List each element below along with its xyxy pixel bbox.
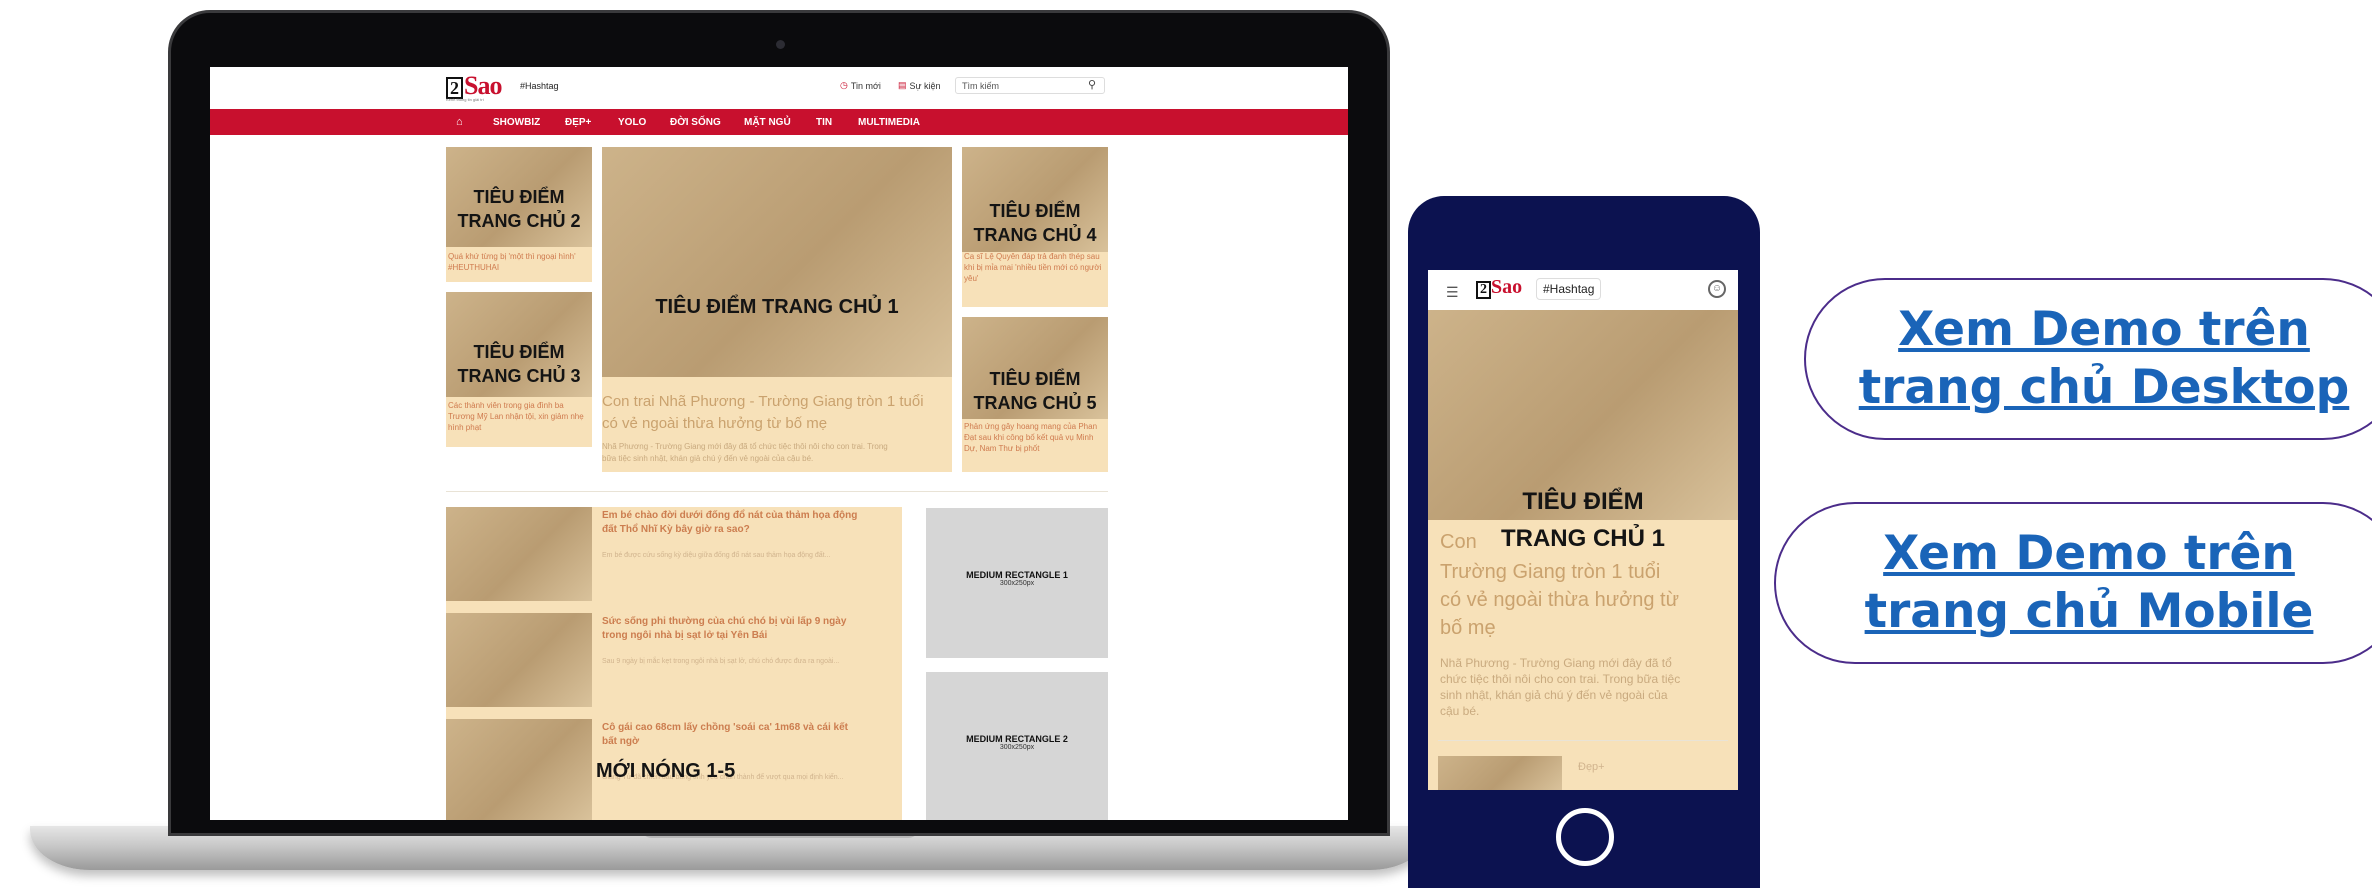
featured-tile-2[interactable]: TIÊU ĐIỂM TRANG CHỦ 2 Quá khứ từng bị 'm… bbox=[446, 147, 592, 282]
calendar-icon: ▤ bbox=[898, 80, 907, 90]
medium-rectangle-1: MEDIUM RECTANGLE 1 300x250px bbox=[926, 508, 1108, 658]
news-title-1a[interactable]: Em bé chào đời dưới đống đổ nát của thảm… bbox=[602, 509, 900, 523]
featured-tile-4[interactable]: TIÊU ĐIỂM TRANG CHỦ 4 Ca sĩ Lệ Quyên đáp… bbox=[962, 147, 1108, 307]
demo-mobile-button[interactable]: Xem Demo trên trang chủ Mobile bbox=[1774, 502, 2372, 664]
hamburger-menu-icon[interactable]: ☰ bbox=[1446, 284, 1459, 301]
nav-doi-song[interactable]: ĐỜI SỐNG bbox=[670, 117, 721, 128]
mobile-sub-1: Nhã Phương - Trường Giang mới đây đã tổ bbox=[1440, 656, 1672, 670]
featured-title-1: TIÊU ĐIỂM TRANG CHỦ 1 bbox=[655, 296, 899, 318]
mobile-sub-2: chức tiệc thôi nôi cho con trai. Trong b… bbox=[1440, 672, 1681, 686]
rect1-size: 300x250px bbox=[999, 580, 1035, 587]
news-title-3b[interactable]: bất ngờ bbox=[602, 735, 900, 749]
mobile-news-thumb[interactable] bbox=[1438, 756, 1562, 790]
news-meta-1: Em bé được cứu sống kỳ diệu giữa đống đổ… bbox=[602, 552, 831, 559]
main-navbar: ⌂ SHOWBIZ ĐẸP+ YOLO ĐỜI SỐNG MẶT NGỦ TIN… bbox=[210, 109, 1348, 135]
mobile-logo-number: 2 bbox=[1476, 281, 1491, 299]
mobile-divider bbox=[1438, 740, 1728, 741]
mobile-screen: ☰ 2 Sao #Hashtag ☺ TIÊU ĐIỂM TRANG CHỦ 1… bbox=[1428, 270, 1738, 790]
demo-mobile-label-1: Xem Demo trên bbox=[1883, 526, 2295, 581]
nav-multimedia[interactable]: MULTIMEDIA bbox=[858, 117, 920, 128]
featured-sub-1b: bữa tiệc sinh nhật, khán giả chú ý đến v… bbox=[602, 454, 814, 463]
rect1-label: MEDIUM RECTANGLE 1 bbox=[966, 570, 1068, 580]
phone-home-button bbox=[1556, 808, 1614, 866]
mobile-news-tag[interactable]: Đẹp+ bbox=[1578, 762, 1605, 773]
featured-caption-1b: có vẻ ngoài thừa hưởng từ bố mẹ bbox=[602, 415, 828, 432]
featured-caption-1a: Con trai Nhã Phương - Trường Giang tròn … bbox=[602, 393, 924, 410]
hashtag-link[interactable]: #Hashtag bbox=[520, 81, 559, 91]
mobile-caption-2: Trường Giang tròn 1 tuổi bbox=[1440, 561, 1661, 583]
featured-title-2b: TRANG CHỦ 2 bbox=[457, 211, 581, 231]
mobile-featured-tile[interactable]: TIÊU ĐIỂM TRANG CHỦ 1 Con Trường Giang t… bbox=[1428, 310, 1738, 790]
news-title-2a[interactable]: Sức sống phi thường của chú chó bị vùi l… bbox=[602, 615, 900, 629]
mobile-caption-4: bố mẹ bbox=[1440, 617, 1496, 639]
featured-caption-2: Quá khứ từng bị 'một thì ngoại hình' #HE… bbox=[448, 252, 576, 272]
mobile-caption-lead: Con bbox=[1440, 531, 1477, 553]
rect2-label: MEDIUM RECTANGLE 2 bbox=[966, 734, 1068, 744]
clock-icon: ◷ bbox=[840, 80, 848, 90]
demo-desktop-label-1: Xem Demo trên bbox=[1898, 302, 2310, 357]
featured-title-5a: TIÊU ĐIỂM bbox=[989, 369, 1081, 389]
mobile-hashtag[interactable]: #Hashtag bbox=[1536, 278, 1602, 300]
news-thumb-3[interactable] bbox=[446, 719, 592, 820]
featured-title-3a: TIÊU ĐIỂM bbox=[473, 342, 565, 362]
featured-title-3b: TRANG CHỦ 3 bbox=[457, 366, 581, 386]
news-meta-2: Sau 9 ngày bị mắc kẹt trong ngôi nhà bị … bbox=[602, 658, 840, 665]
featured-image-1 bbox=[602, 147, 952, 377]
featured-tile-1[interactable]: TIÊU ĐIỂM TRANG CHỦ 1 Con trai Nhã Phươn… bbox=[602, 147, 952, 472]
featured-title-5b: TRANG CHỦ 5 bbox=[973, 393, 1097, 413]
logo-tagline: Kênh thông tin giải trí bbox=[446, 97, 484, 102]
nav-tin[interactable]: TIN bbox=[816, 117, 832, 128]
medium-rectangle-2: MEDIUM RECTANGLE 2 300x250px bbox=[926, 672, 1108, 820]
featured-caption-3: Các thành viên trong gia đình ba Trương … bbox=[448, 401, 584, 432]
news-title-3a[interactable]: Cô gái cao 68cm lấy chồng 'soái ca' 1m68… bbox=[602, 721, 900, 735]
news-thumb-2[interactable] bbox=[446, 613, 592, 707]
featured-sub-1a: Nhã Phương - Trường Giang mới đây đã tổ … bbox=[602, 442, 888, 451]
events-label: Sự kiện bbox=[909, 80, 941, 91]
events-link[interactable]: ▤ Sự kiện bbox=[898, 80, 941, 91]
featured-caption-4: Ca sĩ Lệ Quyên đáp trả đanh thép sau khi… bbox=[964, 252, 1102, 283]
search-input[interactable]: Tìm kiếm bbox=[955, 77, 1105, 94]
demo-desktop-label-2: trang chủ Desktop bbox=[1858, 360, 2350, 415]
demo-mobile-label-2: trang chủ Mobile bbox=[1864, 584, 2314, 639]
latest-news-label: Tin mới bbox=[850, 80, 881, 91]
demo-desktop-button[interactable]: Xem Demo trên trang chủ Desktop bbox=[1804, 278, 2372, 440]
laptop-camera-icon bbox=[776, 40, 785, 49]
featured-title-2a: TIÊU ĐIỂM bbox=[473, 187, 565, 207]
home-icon[interactable]: ⌂ bbox=[456, 116, 463, 128]
search-icon[interactable]: ⚲ bbox=[1088, 78, 1096, 91]
news-title-2b[interactable]: trong ngôi nhà bị sạt lở tại Yên Bái bbox=[602, 629, 900, 643]
featured-tile-3[interactable]: TIÊU ĐIỂM TRANG CHỦ 3 Các thành viên tro… bbox=[446, 292, 592, 447]
nav-showbiz[interactable]: SHOWBIZ bbox=[493, 117, 540, 128]
hot-news-label: MỚI NÓNG 1-5 bbox=[596, 760, 736, 782]
mobile-sub-3: sinh nhật, khán giả chú ý đến vẻ ngoài c… bbox=[1440, 688, 1668, 702]
featured-title-4a: TIÊU ĐIỂM bbox=[989, 201, 1081, 221]
mobile-logo-text: Sao bbox=[1491, 276, 1523, 298]
mobile-logo[interactable]: 2 Sao bbox=[1476, 276, 1522, 299]
section-divider bbox=[446, 491, 1108, 492]
hot-news-block: Em bé chào đời dưới đống đổ nát của thảm… bbox=[446, 507, 902, 820]
logo-number: 2 bbox=[446, 77, 463, 99]
featured-caption-5: Phản ứng gây hoang mang của Phan Đạt sau… bbox=[964, 422, 1098, 453]
mobile-caption-3: có vẻ ngoài thừa hưởng từ bbox=[1440, 589, 1679, 611]
nav-mat-ngu[interactable]: MẶT NGỦ bbox=[744, 117, 791, 128]
mobile-featured-title-a: TIÊU ĐIỂM bbox=[1522, 488, 1644, 515]
featured-title-4b: TRANG CHỦ 4 bbox=[973, 225, 1097, 245]
user-account-icon[interactable]: ☺ bbox=[1708, 280, 1726, 298]
desktop-screen: 2 Sao Kênh thông tin giải trí #Hashtag ◷… bbox=[210, 67, 1348, 820]
mobile-sub-4: cậu bé. bbox=[1440, 704, 1480, 718]
news-title-1b[interactable]: đất Thổ Nhĩ Kỳ bây giờ ra sao? bbox=[602, 523, 900, 537]
nav-yolo[interactable]: YOLO bbox=[618, 117, 646, 128]
latest-news-link[interactable]: ◷ Tin mới bbox=[840, 80, 881, 91]
rect2-size: 300x250px bbox=[999, 744, 1035, 751]
news-thumb-1[interactable] bbox=[446, 507, 592, 601]
nav-dep[interactable]: ĐẸP+ bbox=[565, 117, 591, 128]
featured-tile-5[interactable]: TIÊU ĐIỂM TRANG CHỦ 5 Phản ứng gây hoang… bbox=[962, 317, 1108, 472]
